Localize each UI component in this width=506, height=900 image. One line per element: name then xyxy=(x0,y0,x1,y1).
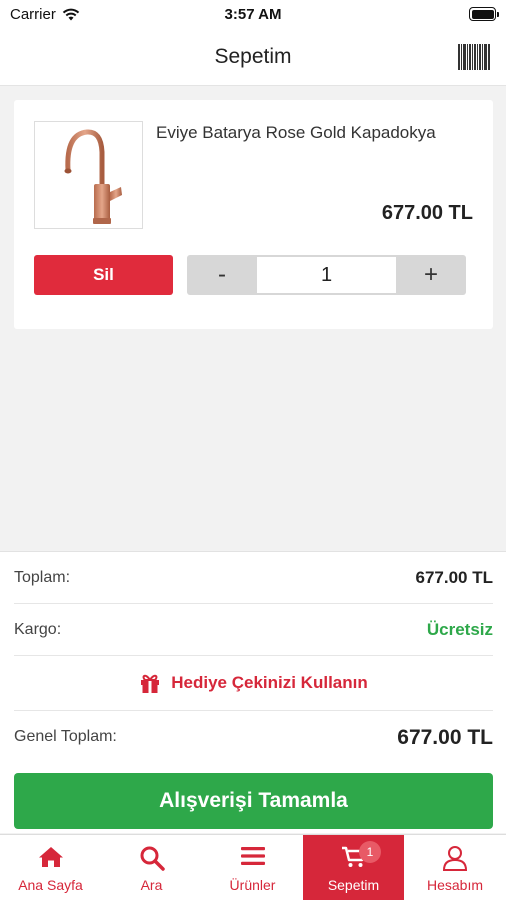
search-icon xyxy=(140,846,165,871)
shipping-value: Ücretsiz xyxy=(426,620,493,639)
grand-total-value: 677.00 TL xyxy=(397,726,493,749)
user-icon xyxy=(442,846,468,871)
nav-bar: Sepetim xyxy=(0,30,506,86)
subtotal-row: Toplam: 677.00 TL xyxy=(14,552,493,604)
tab-search-label: Ara xyxy=(140,877,163,893)
subtotal-label: Toplam: xyxy=(14,569,71,586)
grand-total-label: Genel Toplam: xyxy=(14,728,117,745)
tab-home-label: Ana Sayfa xyxy=(18,877,83,893)
cart-count-badge: 1 xyxy=(359,841,381,863)
battery-icon xyxy=(469,7,499,21)
tab-account-label: Hesabım xyxy=(426,877,484,893)
status-bar: Carrier 3:57 AM xyxy=(0,0,506,30)
page-title: Sepetim xyxy=(214,45,292,68)
increase-quantity-button[interactable]: + xyxy=(396,255,466,295)
grand-total-row: Genel Toplam: 677.00 TL xyxy=(14,711,493,767)
menu-icon xyxy=(240,847,265,865)
checkout-button[interactable]: Alışverişi Tamamla xyxy=(14,773,493,829)
tab-account[interactable]: Hesabım xyxy=(404,835,506,900)
tab-cart[interactable]: 1 Sepetim xyxy=(303,835,404,900)
delete-item-button[interactable]: Sil xyxy=(34,255,173,295)
gift-voucher-label: Hediye Çekinizi Kullanın xyxy=(171,673,368,692)
quantity-value[interactable]: 1 xyxy=(257,257,396,293)
cart-item-card: Eviye Batarya Rose Gold Kapadokya 677.00… xyxy=(14,100,493,329)
order-summary: Toplam: 677.00 TL Kargo: Ücretsiz Hediye… xyxy=(0,551,506,833)
tab-products-label: Ürünler xyxy=(229,877,276,893)
tab-products[interactable]: Ürünler xyxy=(202,835,303,900)
tab-bar: Ana Sayfa Ara Ürünler 1 Sepetim Hesabım xyxy=(0,834,506,900)
shipping-label: Kargo: xyxy=(14,621,62,638)
decrease-quantity-button[interactable]: - xyxy=(187,255,257,295)
tab-home[interactable]: Ana Sayfa xyxy=(0,835,101,900)
product-image[interactable] xyxy=(34,121,143,229)
gift-icon xyxy=(141,674,160,693)
shipping-row: Kargo: Ücretsiz xyxy=(14,604,493,656)
barcode-scan-button[interactable] xyxy=(458,44,490,70)
subtotal-value: 677.00 TL xyxy=(415,568,494,587)
gift-voucher-button[interactable]: Hediye Çekinizi Kullanın xyxy=(14,656,493,711)
product-name[interactable]: Eviye Batarya Rose Gold Kapadokya xyxy=(156,121,466,145)
product-price: 677.00 TL xyxy=(381,202,473,224)
tab-cart-label: Sepetim xyxy=(327,877,380,893)
status-time: 3:57 AM xyxy=(224,6,282,23)
tab-search[interactable]: Ara xyxy=(101,835,202,900)
home-icon xyxy=(38,847,63,867)
quantity-stepper: - 1 + xyxy=(187,255,466,295)
